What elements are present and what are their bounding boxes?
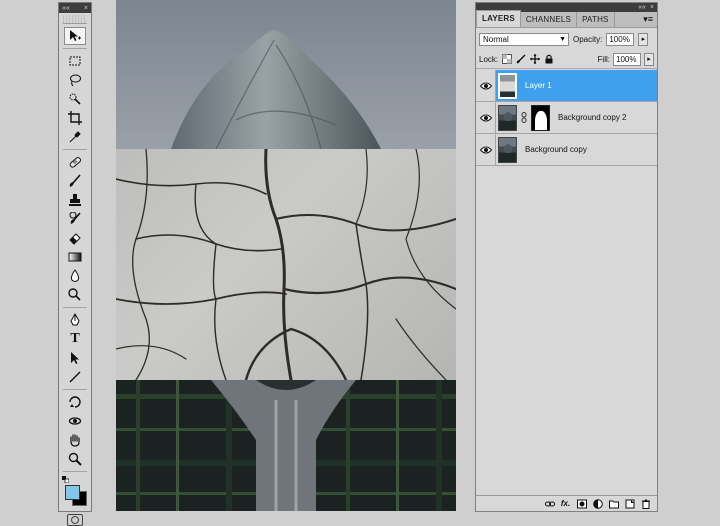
layer-name[interactable]: Background copy <box>525 145 587 154</box>
link-layers-icon[interactable] <box>544 498 555 509</box>
close-icon[interactable]: × <box>650 4 654 11</box>
new-layer-icon[interactable] <box>624 498 635 509</box>
layer-row-background-copy-2[interactable]: Background copy 2 <box>476 102 657 134</box>
adjustment-layer-icon[interactable] <box>592 498 603 509</box>
fill-slider-button[interactable]: ▸ <box>644 52 654 66</box>
3d-rotate-tool-icon[interactable] <box>64 393 86 411</box>
layer-main[interactable]: Background copy 2 <box>496 102 657 133</box>
close-icon[interactable]: × <box>84 5 88 12</box>
clone-stamp-tool-icon[interactable] <box>64 191 86 209</box>
fill-field[interactable]: 100% <box>613 52 641 66</box>
blend-mode-select[interactable]: Normal ▼ <box>479 32 569 46</box>
move-tool-icon[interactable] <box>64 27 86 45</box>
plaid-pattern <box>116 380 456 511</box>
layer-row-layer-1[interactable]: Layer 1 <box>476 70 657 102</box>
collapse-icon[interactable]: «« <box>62 5 70 12</box>
eyedropper-tool-icon[interactable] <box>64 128 86 146</box>
tool-separator <box>63 471 87 472</box>
fx-icon[interactable]: fx. <box>560 498 571 509</box>
new-group-icon[interactable] <box>608 498 619 509</box>
tools-panel-header[interactable]: «« × <box>59 3 91 13</box>
line-tool-icon[interactable] <box>64 368 86 386</box>
tool-separator <box>63 149 87 150</box>
default-colors-icon[interactable] <box>62 476 69 483</box>
canvas-image-cracked-texture <box>116 147 456 382</box>
chevron-down-icon: ▼ <box>559 35 566 43</box>
cracks <box>116 147 456 382</box>
tab-paths[interactable]: PATHS <box>577 12 615 27</box>
layers-panel: «« × LAYERS CHANNELS PATHS ▾≡ Normal ▼ O… <box>475 2 658 512</box>
dodge-tool-icon[interactable] <box>64 286 86 304</box>
layer-mask-thumbnail[interactable] <box>531 104 550 131</box>
path-select-tool-icon[interactable] <box>64 349 86 367</box>
tools-panel: «« × T <box>58 2 92 526</box>
trash-icon[interactable] <box>640 498 651 509</box>
type-tool-glyph: T <box>70 331 80 346</box>
zoom-tool-icon[interactable] <box>64 450 86 468</box>
layer-name[interactable]: Background copy 2 <box>558 113 627 122</box>
tab-layers[interactable]: LAYERS <box>476 10 521 27</box>
layer-thumbnail <box>498 72 517 99</box>
panel-menu-icon[interactable]: ▾≡ <box>643 14 653 25</box>
layer-thumbnail <box>498 136 517 163</box>
tool-separator <box>63 307 87 308</box>
layer-main[interactable]: Layer 1 <box>496 70 657 101</box>
eye-icon[interactable] <box>476 70 496 101</box>
layers-panel-footer: fx. <box>476 495 657 511</box>
lock-position-icon[interactable] <box>529 54 540 65</box>
tool-separator <box>63 48 87 49</box>
foreground-color-swatch[interactable] <box>65 485 80 500</box>
opacity-slider-button[interactable]: ▸ <box>638 32 649 46</box>
quick-select-tool-icon[interactable] <box>64 90 86 108</box>
history-brush-tool-icon[interactable] <box>64 210 86 228</box>
lock-fill-row: Lock: Fill: 100% ▸ <box>476 50 657 69</box>
type-tool-icon[interactable]: T <box>64 330 86 348</box>
opacity-label: Opacity: <box>573 34 603 44</box>
mask-link-icon[interactable] <box>521 112 527 124</box>
blend-opacity-row: Normal ▼ Opacity: 100% ▸ <box>476 28 657 50</box>
panel-tabs: LAYERS CHANNELS PATHS ▾≡ <box>476 10 657 28</box>
eye-icon[interactable] <box>476 102 496 133</box>
crop-tool-icon[interactable] <box>64 109 86 127</box>
gradient-tool-icon[interactable] <box>64 248 86 266</box>
layer-thumbnail <box>498 104 517 131</box>
canvas-image-hood <box>116 0 456 150</box>
tools-panel-grip[interactable] <box>63 15 87 24</box>
fill-label: Fill: <box>597 54 610 64</box>
pen-tool-icon[interactable] <box>64 311 86 329</box>
color-swatches[interactable] <box>62 476 88 506</box>
hood-shape <box>171 30 381 150</box>
canvas-image-plaid-shirt <box>116 380 456 511</box>
layer-row-background-copy[interactable]: Background copy <box>476 134 657 166</box>
blend-mode-value: Normal <box>483 34 509 44</box>
lock-transparency-icon[interactable] <box>501 54 512 65</box>
lock-label: Lock: <box>479 54 499 64</box>
add-mask-icon[interactable] <box>576 498 587 509</box>
eye-icon[interactable] <box>476 134 496 165</box>
layer-name[interactable]: Layer 1 <box>525 81 552 90</box>
lock-pixels-icon[interactable] <box>515 54 526 65</box>
tool-separator <box>63 389 87 390</box>
brush-tool-icon[interactable] <box>64 172 86 190</box>
collapse-icon[interactable]: «« <box>638 4 646 11</box>
eraser-tool-icon[interactable] <box>64 229 86 247</box>
3d-orbit-tool-icon[interactable] <box>64 412 86 430</box>
quick-mask-icon[interactable] <box>67 514 83 526</box>
lasso-tool-icon[interactable] <box>64 71 86 89</box>
tab-channels[interactable]: CHANNELS <box>521 12 578 27</box>
marquee-tool-icon[interactable] <box>64 52 86 70</box>
blur-tool-icon[interactable] <box>64 267 86 285</box>
layer-main[interactable]: Background copy <box>496 134 657 165</box>
opacity-field[interactable]: 100% <box>606 32 635 46</box>
layers-list: Layer 1 Background copy 2 Background cop… <box>476 70 657 490</box>
lock-all-icon[interactable] <box>543 54 554 65</box>
document-canvas[interactable] <box>116 0 456 511</box>
healing-brush-tool-icon[interactable] <box>64 153 86 171</box>
hand-tool-icon[interactable] <box>64 431 86 449</box>
